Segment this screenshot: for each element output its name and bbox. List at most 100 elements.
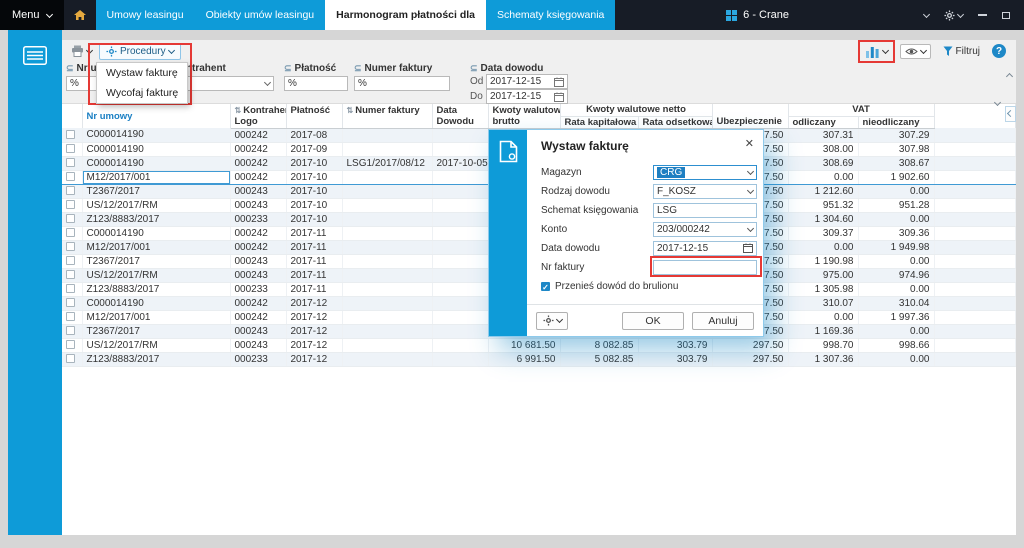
menu-item-wystaw-fakture[interactable]: Wystaw fakturę <box>97 63 187 83</box>
magazyn-label: Magazyn <box>541 167 653 178</box>
row-checkbox[interactable] <box>66 256 75 265</box>
collapse-filter-icon[interactable] <box>1007 66 1012 84</box>
cell-data-dowodu <box>432 282 488 296</box>
cell-platnosc: 2017-11 <box>286 240 342 254</box>
konto-select[interactable]: 203/000242 <box>653 222 757 237</box>
tab-harmonogram-platnosci[interactable]: Harmonogram płatności dla <box>325 0 486 30</box>
view-options-button[interactable] <box>900 44 931 59</box>
cell-kontrahent-logo: 000243 <box>230 338 286 352</box>
table-row[interactable]: Z123/8883/20170002332017-126 991.505 082… <box>62 352 1016 366</box>
chevron-down-icon[interactable] <box>923 10 930 17</box>
cell-platnosc: 2017-12 <box>286 352 342 366</box>
cell-vat-nieodliczany: 951.28 <box>858 198 934 212</box>
procedures-button[interactable]: Procedury <box>99 43 181 60</box>
row-checkbox[interactable] <box>66 130 75 139</box>
row-checkbox[interactable] <box>66 270 75 279</box>
rodzaj-dowodu-label: Rodzaj dowodu <box>541 186 653 197</box>
cell-vat-nieodliczany: 1 902.60 <box>858 170 934 184</box>
header-vat-nieodliczany[interactable]: nieodliczany <box>858 116 934 128</box>
row-filler <box>934 296 1016 310</box>
filter-input-numer-faktury[interactable]: % <box>354 76 450 91</box>
row-checkbox[interactable] <box>66 354 75 363</box>
row-checkbox[interactable] <box>66 158 75 167</box>
dialog-settings-button[interactable] <box>536 312 568 330</box>
cell-data-dowodu <box>432 240 488 254</box>
cell-nr-umowy: T2367/2017 <box>82 254 230 268</box>
row-checkbox[interactable] <box>66 172 75 181</box>
print-button[interactable] <box>68 44 95 58</box>
cell-vat-nieodliczany: 308.67 <box>858 156 934 170</box>
header-numer-faktury[interactable]: ⇅Numer faktury <box>342 104 432 116</box>
header-nr-umowy[interactable]: Nr umowy <box>82 104 230 128</box>
filter-date-od[interactable]: 2017-12-15 <box>486 74 568 89</box>
magazyn-select[interactable]: CRG <box>653 165 757 180</box>
app-badge[interactable]: 6 - Crane <box>726 9 789 21</box>
close-icon[interactable]: ✕ <box>745 137 754 150</box>
schedule-list-icon[interactable] <box>22 46 48 65</box>
cell-numer-faktury <box>342 198 432 212</box>
cell-nr-umowy: Z123/8883/2017 <box>82 282 230 296</box>
row-checkbox[interactable] <box>66 242 75 251</box>
row-checkbox[interactable] <box>66 144 75 153</box>
cell-brutto: 10 681.50 <box>488 338 560 352</box>
header-data-dowodu[interactable]: Data <box>432 104 488 116</box>
nr-faktury-input[interactable] <box>653 260 757 275</box>
row-checkbox[interactable] <box>66 228 75 237</box>
row-checkbox[interactable] <box>66 340 75 349</box>
header-kontrahent[interactable]: ⇅Kontrahent <box>230 104 286 116</box>
przenies-checkbox[interactable]: ✓ <box>541 282 550 291</box>
header-vat-odliczany[interactable]: odliczany <box>788 116 858 128</box>
cell-vat-odliczany: 310.07 <box>788 296 858 310</box>
cell-nr-umowy: US/12/2017/RM <box>82 268 230 282</box>
schemat-ksiegowania-input[interactable]: LSG <box>653 203 757 218</box>
header-platnosc[interactable]: Płatność <box>286 104 342 116</box>
tab-obiekty-umow-leasingu[interactable]: Obiekty umów leasingu <box>195 0 326 30</box>
menu-button[interactable]: Menu <box>0 0 64 30</box>
filter-input-platnosc[interactable]: % <box>284 76 348 91</box>
menu-item-wycofaj-fakture[interactable]: Wycofaj fakturę <box>97 83 187 103</box>
cell-vat-nieodliczany: 0.00 <box>858 254 934 268</box>
rodzaj-dowodu-select[interactable]: F_KOSZ <box>653 184 757 199</box>
cell-vat-nieodliczany: 307.98 <box>858 142 934 156</box>
minimize-icon[interactable] <box>978 14 987 16</box>
row-checkbox[interactable] <box>66 186 75 195</box>
menu-label: Menu <box>12 9 40 21</box>
app-window: Menu Umowy leasingu Obiekty umów leasing… <box>0 0 1024 548</box>
header-ubezpieczenie[interactable]: Ubezpieczenie <box>712 116 788 128</box>
header-kwoty-brutto[interactable]: Kwoty walutowe <box>488 104 560 116</box>
filter-button[interactable]: Filtruj <box>940 45 983 58</box>
help-icon: ? <box>996 46 1002 57</box>
cell-vat-odliczany: 1 305.98 <box>788 282 858 296</box>
header-rata-odsetkowa[interactable]: Rata odsetkowa <box>638 116 712 128</box>
row-checkbox[interactable] <box>66 298 75 307</box>
cell-data-dowodu <box>432 128 488 142</box>
restore-window-icon[interactable] <box>1002 12 1010 19</box>
tab-umowy-leasingu[interactable]: Umowy leasingu <box>96 0 195 30</box>
home-button[interactable] <box>64 0 96 30</box>
data-dowodu-input[interactable]: 2017-12-15 <box>653 241 757 256</box>
chart-button[interactable] <box>862 44 891 59</box>
cell-kontrahent-logo: 000242 <box>230 156 286 170</box>
row-checkbox[interactable] <box>66 200 75 209</box>
tab-schematy-ksiegowania[interactable]: Schematy księgowania <box>486 0 615 30</box>
cancel-button[interactable]: Anuluj <box>692 312 754 330</box>
filter-date-do[interactable]: 2017-12-15 <box>486 89 568 104</box>
header-rata-kapitalowa[interactable]: Rata kapitałowa <box>560 116 638 128</box>
row-checkbox[interactable] <box>66 312 75 321</box>
scroll-columns-left-button[interactable] <box>1005 106 1016 122</box>
help-button[interactable]: ? <box>992 44 1006 58</box>
cell-data-dowodu <box>432 198 488 212</box>
cell-vat-odliczany: 0.00 <box>788 240 858 254</box>
cell-vat-nieodliczany: 0.00 <box>858 324 934 338</box>
table-row[interactable]: US/12/2017/RM0002432017-1210 681.508 082… <box>62 338 1016 352</box>
row-checkbox[interactable] <box>66 214 75 223</box>
cell-numer-faktury <box>342 212 432 226</box>
settings-menu-button[interactable] <box>944 10 963 21</box>
gear-icon <box>543 315 554 326</box>
cell-vat-nieodliczany: 1 997.36 <box>858 310 934 324</box>
row-checkbox[interactable] <box>66 284 75 293</box>
cell-nr-umowy: M12/2017/001 <box>82 310 230 324</box>
cell-nr-umowy: C000014190 <box>82 142 230 156</box>
row-checkbox[interactable] <box>66 326 75 335</box>
ok-button[interactable]: OK <box>622 312 684 330</box>
